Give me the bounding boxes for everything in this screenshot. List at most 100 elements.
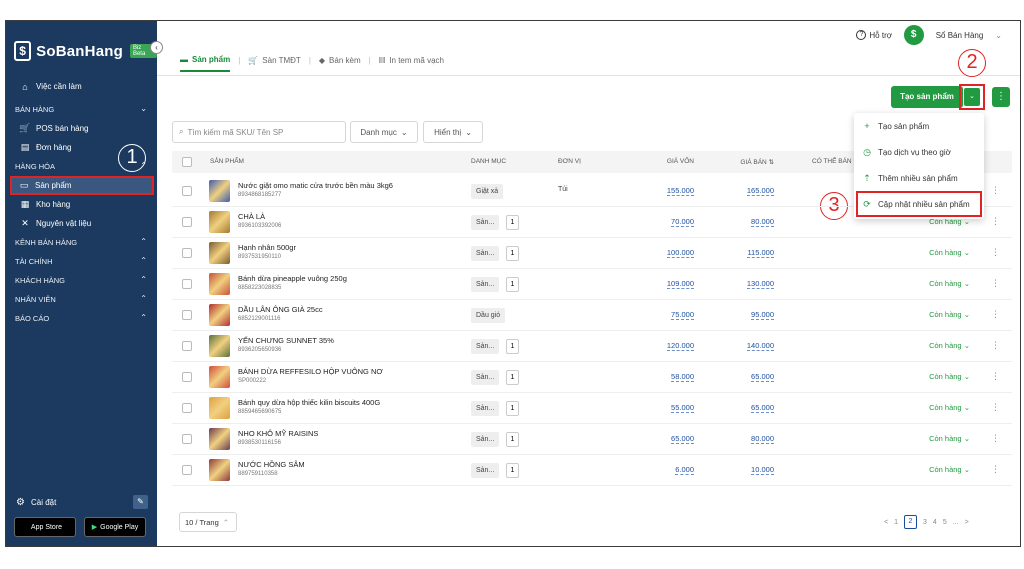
table-row[interactable]: Bánh quy dừa hộp thiếc kilin biscuits 40… [172,393,1012,424]
row-menu-icon[interactable]: ⋮ [991,371,1000,382]
table-row[interactable]: Bánh dừa pineapple vuông 250g 88582230288… [172,269,1012,300]
table-row[interactable]: YẾN CHƯNG SUNNET 35% 8936205650936 Sản... 1… [172,331,1012,362]
row-menu-icon[interactable]: ⋮ [991,340,1000,351]
settings-row[interactable]: ⚙ Cài đặt ✎ [16,495,148,509]
sell-price[interactable]: 140.000 [746,341,774,351]
table-row[interactable]: NƯỚC HỒNG SÂM 889759110358 Sản... 1 6.000 10.… [172,455,1012,486]
sidebar-section[interactable]: NHÂN VIÊN ⌃ [6,290,157,309]
row-menu-icon[interactable]: ⋮ [991,247,1000,258]
stock-status[interactable]: Còn hàng ⌄ [929,279,970,288]
menu-create-hourly-service[interactable]: ◷ Tạo dịch vụ theo giờ [854,139,984,165]
page-number[interactable]: 4 [933,519,937,526]
page-number[interactable]: 1 [894,519,898,526]
sidebar-item[interactable]: ▭ Sản phẩm [10,176,154,195]
sell-price[interactable]: 130.000 [746,279,774,289]
sidebar-item[interactable]: 🛒 POS bán hàng [6,119,157,138]
menu-create-product[interactable]: + Tạo sản phẩm [854,113,984,139]
row-checkbox[interactable] [182,310,192,320]
row-checkbox[interactable] [182,434,192,444]
product-name[interactable]: NƯỚC HỒNG SÂM [238,460,305,469]
row-checkbox[interactable] [182,186,192,196]
table-row[interactable]: NHO KHÔ MỸ RAISINS 8938530116156 Sản... 1 65… [172,424,1012,455]
product-name[interactable]: Bánh dừa pineapple vuông 250g [238,274,347,283]
sidebar-section[interactable]: BÁO CÁO ⌃ [6,309,157,328]
stock-status[interactable]: Còn hàng ⌄ [929,248,970,257]
table-row[interactable]: Hạnh nhân 500gr 8937531950110 Sản... 1 100.0… [172,238,1012,269]
stock-status[interactable]: Còn hàng ⌄ [929,403,970,412]
row-menu-icon[interactable]: ⋮ [991,433,1000,444]
more-options-button[interactable]: ⋮ [992,87,1010,107]
sidebar-section[interactable]: KÊNH BÁN HÀNG ⌃ [6,233,157,252]
product-name[interactable]: NHO KHÔ MỸ RAISINS [238,429,318,438]
sell-price[interactable]: 80.000 [751,217,774,227]
stock-status[interactable]: Còn hàng ⌄ [929,434,970,443]
page-number[interactable]: 3 [923,519,927,526]
cost-price[interactable]: 155.000 [666,186,694,196]
sidebar-section[interactable]: KHÁCH HÀNG ⌃ [6,271,157,290]
product-name[interactable]: CHÀ LÀ [238,212,265,221]
tab-bundle[interactable]: ◆ Bán kèm [319,56,361,71]
help-link[interactable]: ? Hỗ trợ [856,30,892,40]
row-checkbox[interactable] [182,279,192,289]
next-page-button[interactable]: > [965,519,969,526]
cost-price[interactable]: 55.000 [671,403,694,413]
cost-price[interactable]: 75.000 [671,310,694,320]
table-row[interactable]: DẦU LÂN ÔNG GIÀ 25cc 6852129001116 Dầu gió… [172,300,1012,331]
row-menu-icon[interactable]: ⋮ [991,464,1000,475]
row-menu-icon[interactable]: ⋮ [991,216,1000,227]
cost-price[interactable]: 100.000 [666,248,694,258]
product-name[interactable]: Bánh quy dừa hộp thiếc kilin biscuits 40… [238,398,380,407]
sell-price[interactable]: 165.000 [746,186,774,196]
product-name[interactable]: Nước giặt omo matic cửa trước bền màu 3k… [238,181,393,190]
stock-status[interactable]: Còn hàng ⌄ [929,372,970,381]
row-checkbox[interactable] [182,248,192,258]
page-number[interactable]: ... [953,519,959,526]
logo[interactable]: $ SoBanHang Biz Beta [14,41,157,61]
tab-products[interactable]: ▬ Sản phẩm [180,55,231,72]
sell-price[interactable]: 65.000 [751,372,774,382]
create-product-button[interactable]: Tạo sản phẩm [891,86,963,108]
product-name[interactable]: YẾN CHƯNG SUNNET 35% [238,336,334,345]
sidebar-item[interactable]: ⌂ Việc cần làm [6,77,157,96]
row-menu-icon[interactable]: ⋮ [991,402,1000,413]
row-checkbox[interactable] [182,372,192,382]
row-menu-icon[interactable]: ⋮ [991,309,1000,320]
stock-status[interactable]: Còn hàng ⌄ [929,341,970,350]
page-number[interactable]: 2 [904,515,917,529]
collapse-sidebar-button[interactable]: ‹ [150,41,163,54]
sell-price[interactable]: 65.000 [751,403,774,413]
search-input[interactable]: ⌕ Tìm kiếm mã SKU/ Tên SP [172,121,346,143]
sell-price[interactable]: 80.000 [751,434,774,444]
product-name[interactable]: DẦU LÂN ÔNG GIÀ 25cc [238,305,323,314]
product-name[interactable]: Hạnh nhân 500gr [238,243,296,252]
edit-icon[interactable]: ✎ [133,495,148,509]
app-store-button[interactable]: App Store [14,517,76,537]
stock-status[interactable]: Còn hàng ⌄ [929,465,970,474]
prev-page-button[interactable]: < [884,519,888,526]
cost-price[interactable]: 109.000 [666,279,694,289]
header-price[interactable]: GIÁ BÁN ⇅ [740,158,774,166]
row-checkbox[interactable] [182,217,192,227]
row-checkbox[interactable] [182,403,192,413]
sell-price[interactable]: 115.000 [747,248,774,258]
sell-price[interactable]: 10.000 [751,465,774,475]
select-all-checkbox[interactable] [182,157,192,167]
sidebar-item[interactable]: ✕ Nguyên vật liệu [6,214,157,233]
page-number[interactable]: 5 [943,519,947,526]
stock-status[interactable]: Còn hàng ⌄ [929,310,970,319]
google-play-button[interactable]: ▶ Google Play [84,517,146,537]
display-filter[interactable]: Hiển thị ⌄ [423,121,483,143]
sidebar-item[interactable]: ▦ Kho hàng [6,195,157,214]
product-name[interactable]: BÁNH DỪA REFFESILO HỘP VUÔNG NƠ [238,367,383,376]
create-dropdown-button[interactable]: ⌄ [964,88,980,106]
cost-price[interactable]: 70.000 [671,217,694,227]
account-menu[interactable]: $ Sổ Bán Hàng ⌄ [903,25,1002,45]
row-menu-icon[interactable]: ⋮ [991,278,1000,289]
page-size-select[interactable]: 10 / Trang ⌃ [179,512,237,532]
cost-price[interactable]: 120.000 [666,341,694,351]
sell-price[interactable]: 95.000 [751,310,774,320]
row-checkbox[interactable] [182,341,192,351]
table-row[interactable]: BÁNH DỪA REFFESILO HỘP VUÔNG NƠ SP000222 S… [172,362,1012,393]
tab-barcode[interactable]: ‖‖ In tem mã vạch [379,56,444,71]
menu-bulk-update-products[interactable]: ⟳ Cập nhật nhiều sản phẩm [856,191,982,217]
